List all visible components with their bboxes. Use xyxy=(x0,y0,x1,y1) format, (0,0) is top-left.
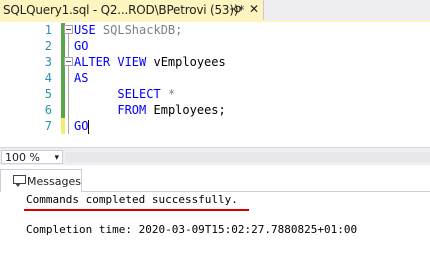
code-keyword: GO xyxy=(74,39,89,53)
code-keyword: AS xyxy=(74,71,89,85)
code-line: SELECT * xyxy=(74,86,226,102)
pin-icon[interactable]: ⚲ xyxy=(229,2,243,16)
code-line: AS xyxy=(74,70,226,86)
code-keyword: USE xyxy=(74,23,96,37)
line-number: 1 xyxy=(44,23,52,37)
tab-messages-label: Messages xyxy=(27,174,81,188)
zoom-value: 100 % xyxy=(5,150,40,164)
unsaved-change-marker xyxy=(61,118,65,134)
code-line: FROM Employees; xyxy=(74,102,226,118)
line-number: 4 xyxy=(44,71,52,85)
line-number: 3 xyxy=(44,55,52,69)
query-editor[interactable]: 1 2 3 4 5 6 7 USE SQLShackDB; GO ALTER V… xyxy=(0,22,430,147)
messages-pane[interactable]: Commands completed successfully. Complet… xyxy=(0,192,430,280)
code-text: SQLShackDB; xyxy=(95,23,183,37)
line-number: 2 xyxy=(44,39,52,53)
document-tab-strip: SQLQuery1.sql - Q2...ROD\BPetrovi (53))*… xyxy=(0,0,430,20)
close-icon[interactable]: ✕ xyxy=(247,2,261,16)
code-keyword: SELECT xyxy=(117,87,161,101)
editor-status-bar: 100 % ▾ xyxy=(0,147,430,165)
line-numbers: 1 2 3 4 5 6 7 xyxy=(24,22,56,134)
line-number: 5 xyxy=(44,87,52,101)
collapse-icon[interactable] xyxy=(64,57,73,66)
message-icon xyxy=(13,175,26,187)
zoom-dropdown[interactable]: 100 % ▾ xyxy=(1,150,63,164)
line-number: 6 xyxy=(44,103,52,117)
code-line: USE SQLShackDB; xyxy=(74,22,226,38)
code-text: vEmployees xyxy=(146,55,226,69)
code-area[interactable]: USE SQLShackDB; GO ALTER VIEW vEmployees… xyxy=(74,22,226,134)
code-keyword: FROM xyxy=(117,103,147,117)
code-text: Employees; xyxy=(146,103,226,117)
code-line: GO xyxy=(74,38,226,54)
code-text: * xyxy=(160,87,176,101)
code-keyword: ALTER VIEW xyxy=(74,55,147,69)
editor-margin xyxy=(0,22,24,147)
outline-fold-line xyxy=(68,26,69,134)
tab-messages[interactable]: Messages xyxy=(0,169,82,192)
text-cursor xyxy=(88,119,90,134)
code-keyword: GO xyxy=(74,119,89,133)
highlight-underline xyxy=(24,209,249,211)
change-tracking-bar xyxy=(61,23,65,132)
collapse-icon[interactable] xyxy=(64,25,73,34)
chevron-down-icon: ▾ xyxy=(54,152,59,162)
document-tab-title: SQLQuery1.sql - Q2...ROD\BPetrovi (53))* xyxy=(3,3,245,17)
results-tab-strip: Messages xyxy=(0,166,430,192)
code-line: GO xyxy=(74,118,226,134)
line-number: 7 xyxy=(44,119,52,133)
success-message: Commands completed successfully. xyxy=(26,193,238,206)
completion-time: Completion time: 2020-03-09T15:02:27.788… xyxy=(26,223,358,236)
code-line: ALTER VIEW vEmployees xyxy=(74,54,226,70)
document-tab[interactable]: SQLQuery1.sql - Q2...ROD\BPetrovi (53))*… xyxy=(0,0,264,20)
horizontal-scrollbar[interactable] xyxy=(66,152,430,162)
